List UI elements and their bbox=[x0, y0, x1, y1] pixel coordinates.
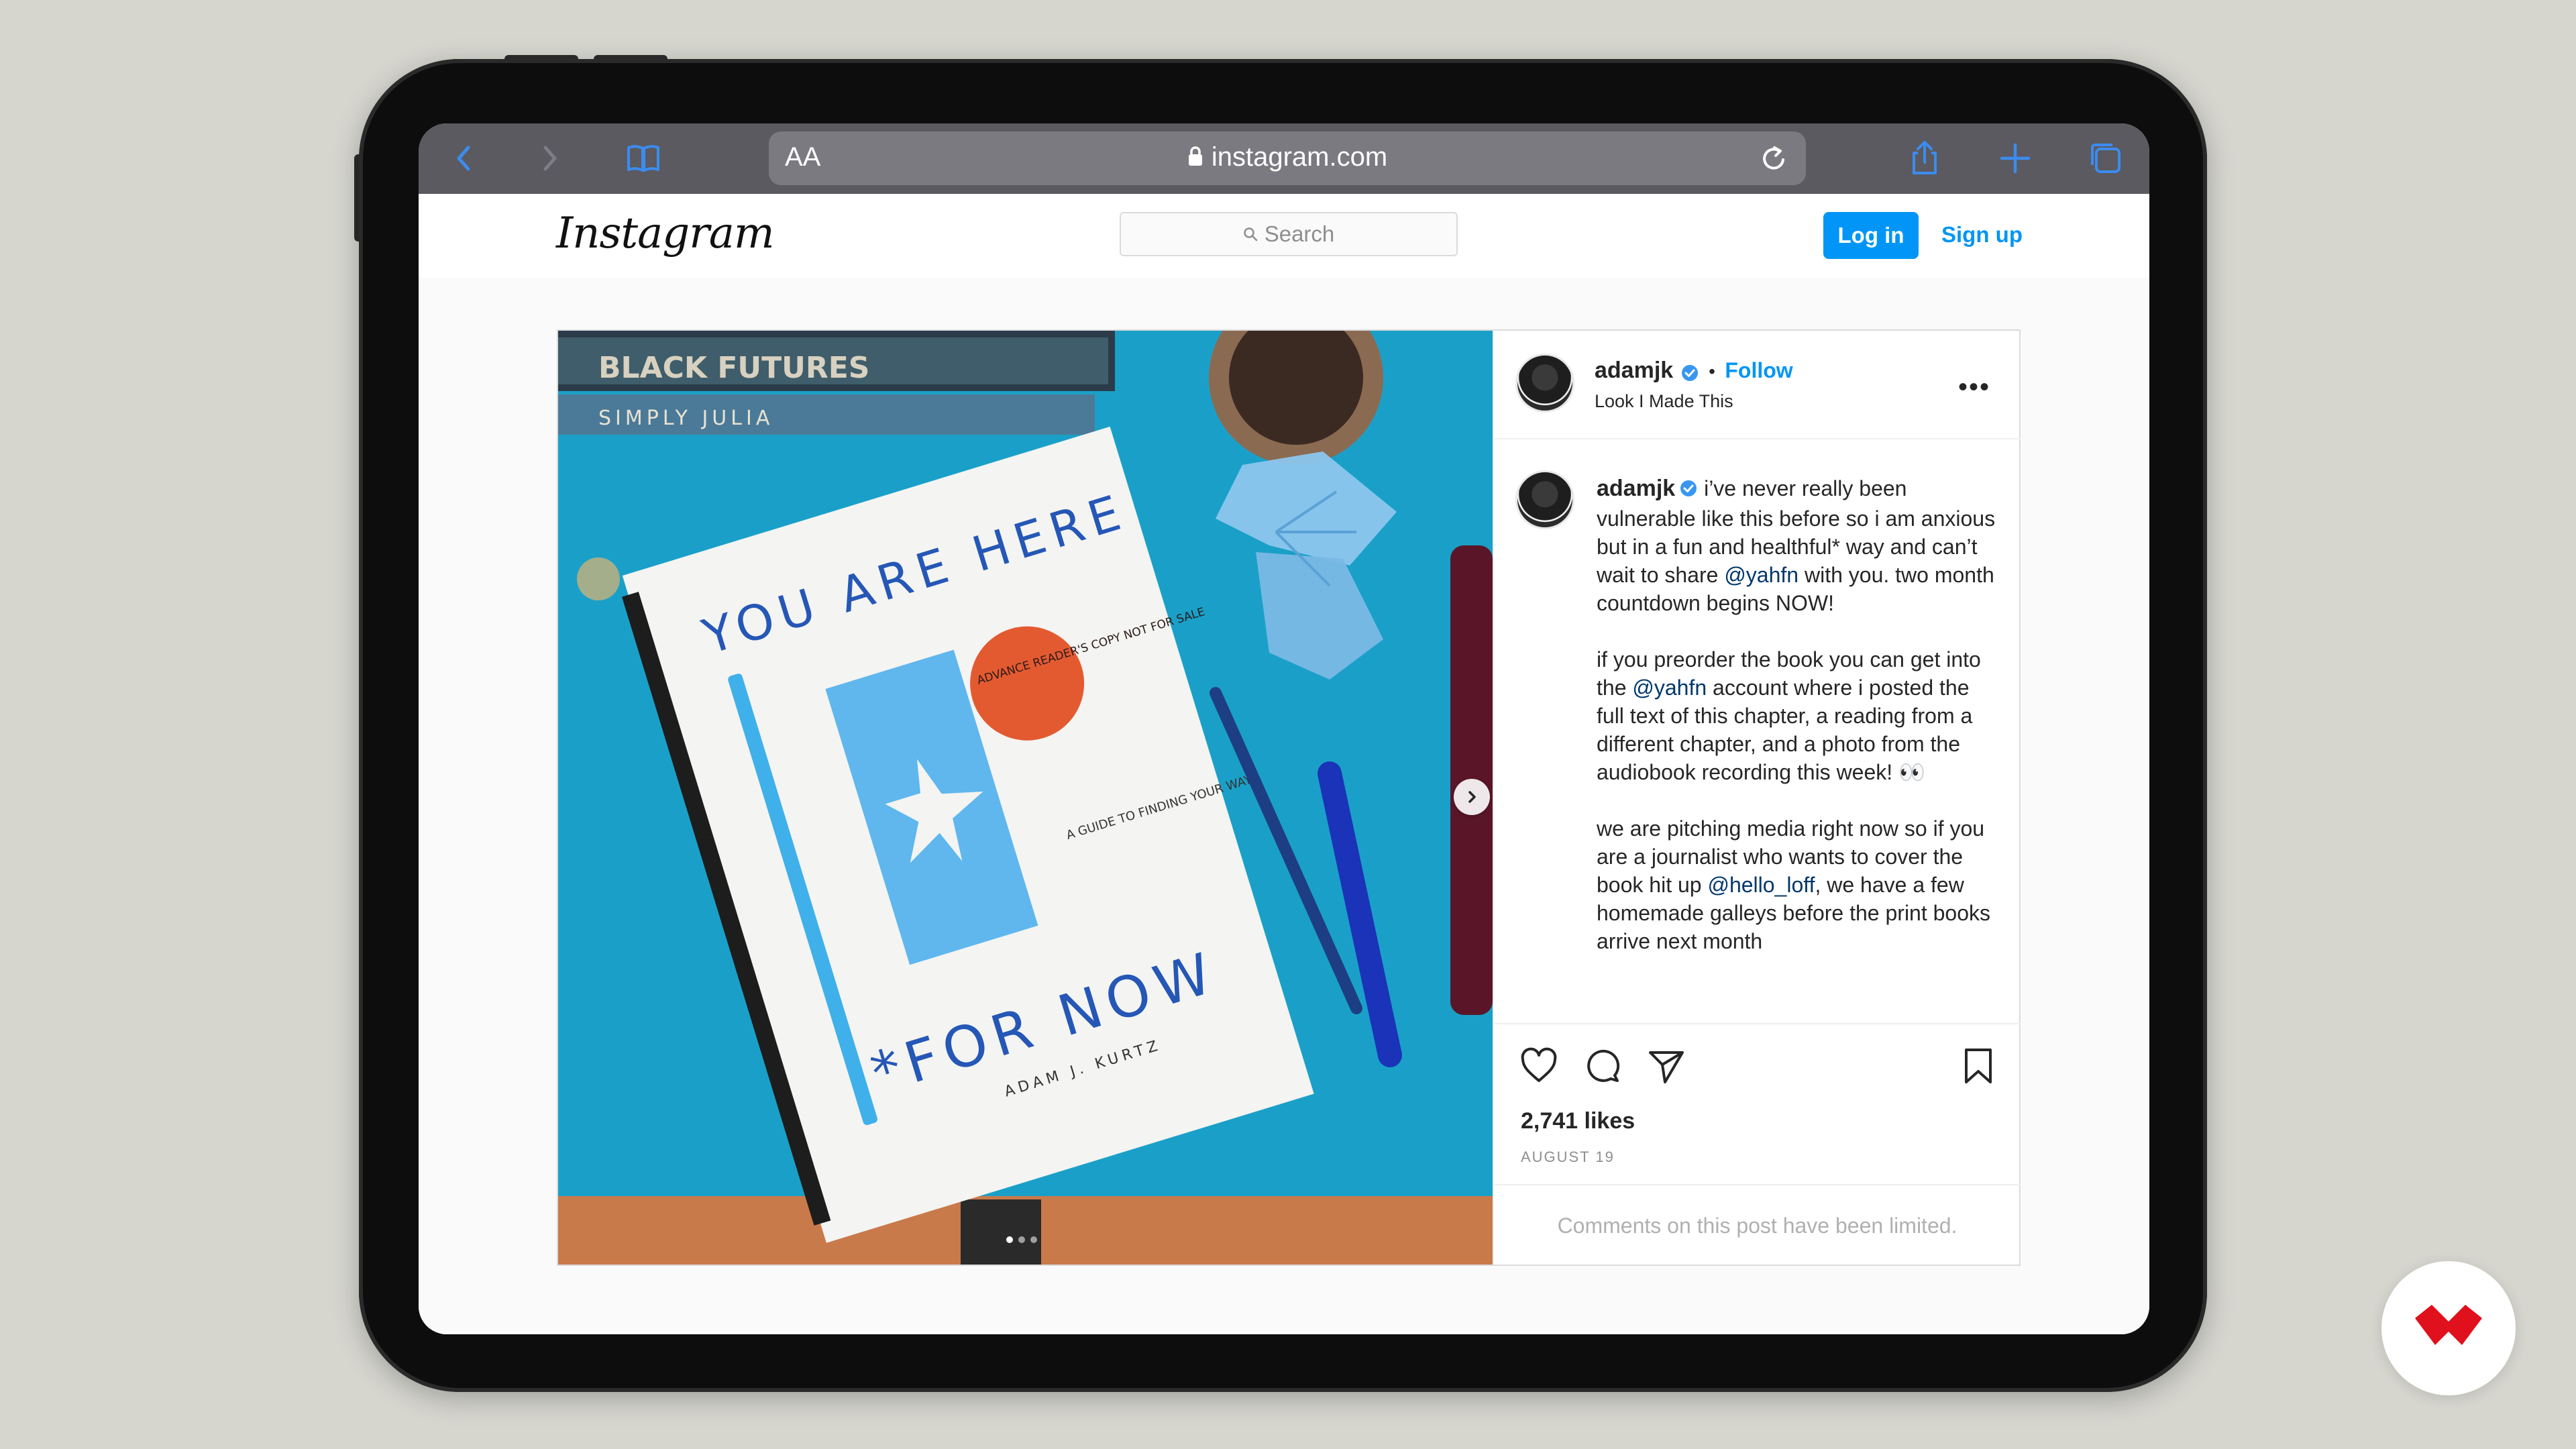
caption-mention[interactable]: @yahfn bbox=[1724, 563, 1799, 587]
url-text: instagram.com bbox=[1211, 142, 1388, 172]
signup-link[interactable]: Sign up bbox=[1941, 222, 2023, 248]
login-button[interactable]: Log in bbox=[1823, 212, 1919, 259]
share-icon[interactable] bbox=[1904, 138, 1945, 178]
instagram-header: Instagram Search Log in Sign up bbox=[419, 194, 2149, 279]
post-location[interactable]: Look I Made This bbox=[1595, 391, 1733, 412]
chevron-left-icon[interactable] bbox=[444, 138, 484, 178]
brand-logo bbox=[2381, 1261, 2516, 1395]
reload-icon[interactable] bbox=[1759, 144, 1788, 176]
carousel-dot bbox=[1030, 1236, 1037, 1243]
instagram-logo[interactable]: Instagram bbox=[556, 209, 775, 258]
carousel-indicator bbox=[1006, 1236, 1037, 1243]
plus-icon[interactable] bbox=[1995, 138, 2035, 178]
photo-scene: BLACK FUTURES SIMPLY JULIA YOU ARE HERE … bbox=[558, 331, 1493, 1265]
post-sidebar: adamjk • Follow Look I Made This ••• ada… bbox=[1493, 331, 2021, 1265]
caption-username[interactable]: adamjk bbox=[1597, 476, 1675, 501]
bookmark-icon[interactable] bbox=[1957, 1044, 2000, 1087]
post-photo[interactable]: BLACK FUTURES SIMPLY JULIA YOU ARE HERE … bbox=[558, 331, 1493, 1265]
carousel-next-button[interactable] bbox=[1454, 779, 1490, 815]
brand-mark-icon bbox=[2415, 1305, 2482, 1345]
follow-button[interactable]: Follow bbox=[1725, 358, 1792, 382]
post-header: adamjk • Follow Look I Made This ••• bbox=[1494, 331, 2021, 439]
address-url: instagram.com bbox=[769, 142, 1806, 174]
carousel-dot bbox=[1006, 1236, 1013, 1243]
action-bar: 2,741 likes AUGUST 19 bbox=[1494, 1023, 2021, 1185]
author-username[interactable]: adamjk bbox=[1595, 358, 1673, 383]
caption-text: adamjk i’ve never really been vulnerable… bbox=[1597, 474, 1999, 955]
book-spine-1: BLACK FUTURES bbox=[598, 351, 870, 385]
address-bar[interactable]: AA instagram.com bbox=[769, 131, 1806, 185]
main-content: BLACK FUTURES SIMPLY JULIA YOU ARE HERE … bbox=[419, 278, 2149, 1334]
search-placeholder: Search bbox=[1264, 221, 1335, 246]
safari-toolbar: AA instagram.com bbox=[419, 123, 2149, 194]
avatar[interactable] bbox=[1515, 470, 1574, 529]
avatar[interactable] bbox=[1515, 354, 1574, 413]
search-input[interactable]: Search bbox=[1120, 212, 1458, 256]
verified-badge-icon bbox=[1680, 364, 1699, 386]
more-options-icon[interactable]: ••• bbox=[1958, 372, 1990, 402]
post-date: AUGUST 19 bbox=[1521, 1148, 1615, 1165]
separator-dot: • bbox=[1709, 361, 1715, 382]
caption-seg: account where i posted the full text of … bbox=[1597, 675, 1985, 897]
verified-badge-icon bbox=[1679, 476, 1698, 504]
book-icon[interactable] bbox=[623, 138, 663, 178]
book-spine-2: SIMPLY JULIA bbox=[598, 407, 773, 430]
chevron-right-icon[interactable] bbox=[529, 138, 570, 178]
comments-limited-notice: Comments on this post have been limited. bbox=[1494, 1184, 2021, 1266]
chevron-right-icon bbox=[1468, 791, 1476, 803]
tabs-icon[interactable] bbox=[2086, 138, 2126, 178]
ipad-screen: AA instagram.com Instagram Search Log in… bbox=[419, 123, 2149, 1334]
comment-icon[interactable] bbox=[1581, 1044, 1624, 1087]
search-icon bbox=[1243, 227, 1257, 241]
lock-icon bbox=[1187, 144, 1203, 174]
caption-area: adamjk i’ve never really been vulnerable… bbox=[1494, 439, 2021, 1023]
send-icon[interactable] bbox=[1645, 1044, 1688, 1087]
caption-mention[interactable]: @yahfn bbox=[1632, 676, 1707, 700]
post-card: BLACK FUTURES SIMPLY JULIA YOU ARE HERE … bbox=[557, 329, 2021, 1266]
likes-count[interactable]: 2,741 likes bbox=[1521, 1108, 1635, 1134]
author-line: adamjk • Follow bbox=[1595, 358, 1793, 386]
carousel-dot bbox=[1018, 1236, 1025, 1243]
caption-mention[interactable]: @hello_loff bbox=[1707, 873, 1815, 897]
heart-icon[interactable] bbox=[1517, 1044, 1560, 1087]
